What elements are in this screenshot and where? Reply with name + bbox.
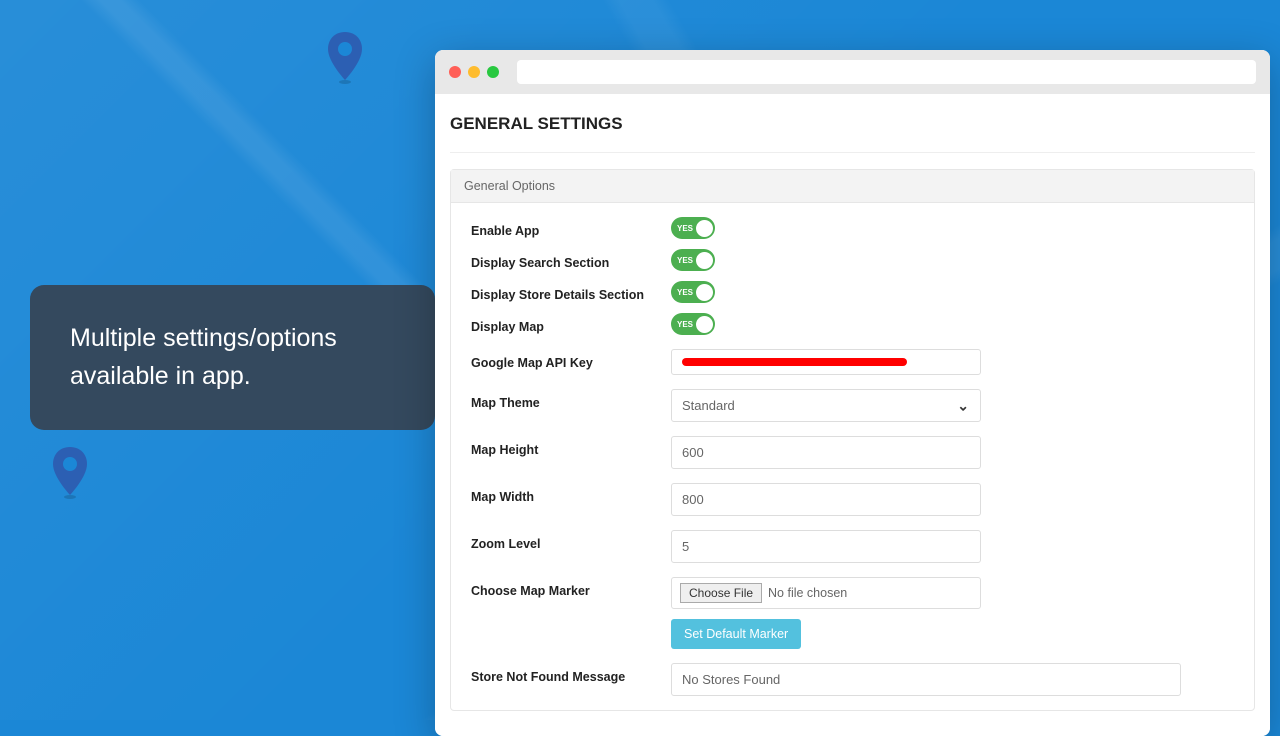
toggle-knob-icon <box>696 284 713 301</box>
map-theme-label: Map Theme <box>471 389 671 410</box>
map-height-row: Map Height <box>471 436 1234 469</box>
browser-window: GENERAL SETTINGS General Options Enable … <box>435 50 1270 736</box>
map-width-label: Map Width <box>471 483 671 504</box>
toggle-text: YES <box>677 256 693 265</box>
map-height-input[interactable] <box>671 436 981 469</box>
map-pin-icon <box>325 30 365 85</box>
panel-body: Enable App YES Display Search Section YE… <box>451 203 1254 710</box>
map-height-label: Map Height <box>471 436 671 457</box>
display-map-label: Display Map <box>471 313 671 334</box>
enable-app-row: Enable App YES <box>471 217 1234 239</box>
not-found-row: Store Not Found Message <box>471 663 1234 696</box>
panel-header: General Options <box>451 170 1254 203</box>
api-key-input[interactable] <box>671 349 981 375</box>
callout-text: Multiple settings/options available in a… <box>70 324 337 390</box>
close-icon[interactable] <box>449 66 461 78</box>
display-search-row: Display Search Section YES <box>471 249 1234 271</box>
toggle-text: YES <box>677 320 693 329</box>
minimize-icon[interactable] <box>468 66 480 78</box>
display-search-toggle[interactable]: YES <box>671 249 715 271</box>
browser-content: GENERAL SETTINGS General Options Enable … <box>435 94 1270 736</box>
traffic-lights <box>449 66 499 78</box>
general-options-panel: General Options Enable App YES Display S… <box>450 169 1255 711</box>
not-found-input[interactable] <box>671 663 1181 696</box>
display-store-details-row: Display Store Details Section YES <box>471 281 1234 303</box>
enable-app-label: Enable App <box>471 217 671 238</box>
display-search-label: Display Search Section <box>471 249 671 270</box>
browser-chrome <box>435 50 1270 94</box>
redacted-bar <box>682 358 907 366</box>
display-map-row: Display Map YES <box>471 313 1234 335</box>
display-map-toggle[interactable]: YES <box>671 313 715 335</box>
toggle-knob-icon <box>696 252 713 269</box>
callout-tooltip: Multiple settings/options available in a… <box>30 285 435 430</box>
api-key-row: Google Map API Key <box>471 349 1234 375</box>
file-input[interactable]: Choose File No file chosen <box>671 577 981 609</box>
toggle-knob-icon <box>696 220 713 237</box>
map-marker-row: Choose Map Marker Choose File No file ch… <box>471 577 1234 649</box>
display-store-details-toggle[interactable]: YES <box>671 281 715 303</box>
zoom-level-input[interactable] <box>671 530 981 563</box>
map-theme-row: Map Theme Standard ⌄ <box>471 389 1234 422</box>
display-store-details-label: Display Store Details Section <box>471 281 671 302</box>
map-width-row: Map Width <box>471 483 1234 516</box>
map-width-input[interactable] <box>671 483 981 516</box>
not-found-label: Store Not Found Message <box>471 663 671 684</box>
enable-app-toggle[interactable]: YES <box>671 217 715 239</box>
map-pin-icon <box>50 445 90 500</box>
page-title: GENERAL SETTINGS <box>450 114 1255 153</box>
zoom-level-row: Zoom Level <box>471 530 1234 563</box>
map-theme-select[interactable]: Standard <box>671 389 981 422</box>
file-chosen-text: No file chosen <box>768 586 847 600</box>
url-bar[interactable] <box>517 60 1256 84</box>
api-key-label: Google Map API Key <box>471 349 671 370</box>
choose-file-button[interactable]: Choose File <box>680 583 762 603</box>
toggle-knob-icon <box>696 316 713 333</box>
toggle-text: YES <box>677 288 693 297</box>
maximize-icon[interactable] <box>487 66 499 78</box>
zoom-level-label: Zoom Level <box>471 530 671 551</box>
set-default-marker-button[interactable]: Set Default Marker <box>671 619 801 649</box>
toggle-text: YES <box>677 224 693 233</box>
map-marker-label: Choose Map Marker <box>471 577 671 598</box>
